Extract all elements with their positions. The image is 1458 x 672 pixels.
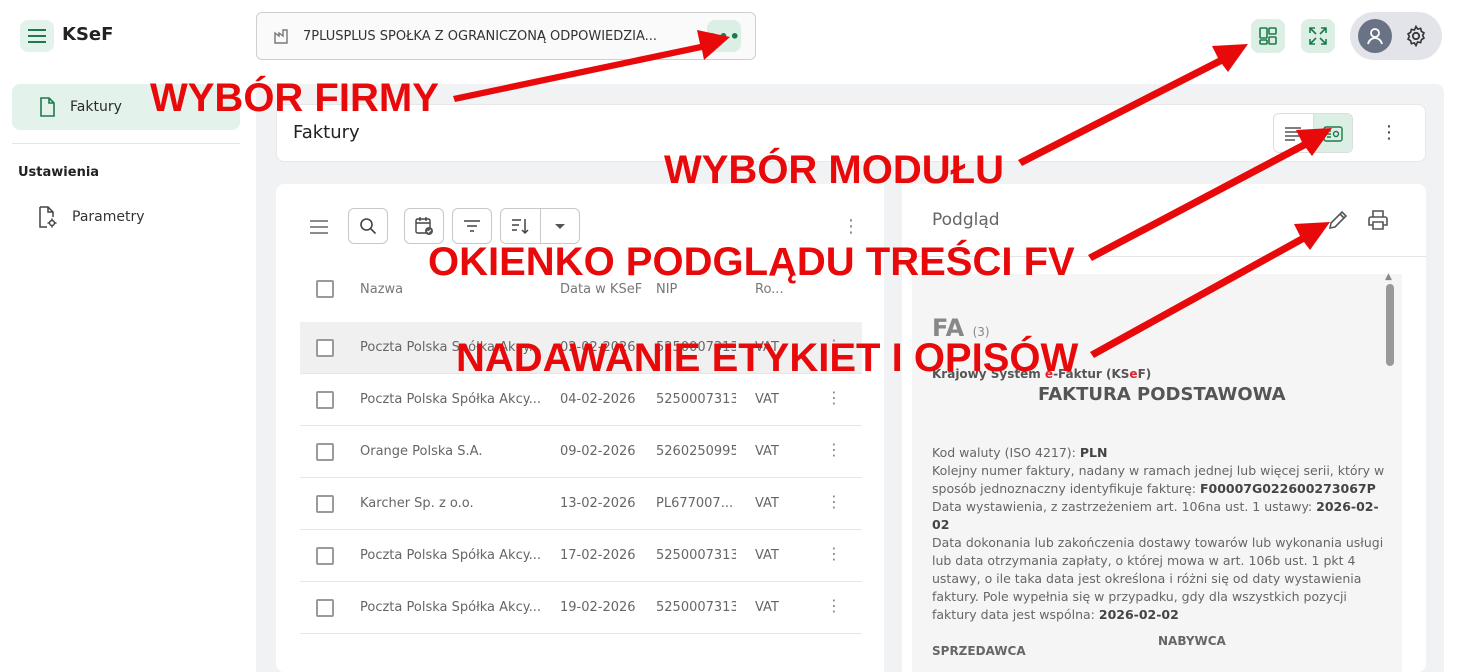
filter-button[interactable]	[452, 208, 492, 244]
table-row[interactable]: Orange Polska S.A. 09-02-2026 5260250995…	[300, 426, 862, 478]
doc-body: Kod waluty (ISO 4217): PLN Kolejny numer…	[932, 445, 1385, 622]
cell-type: VAT	[755, 496, 779, 511]
cell-type: VAT	[755, 600, 779, 615]
doc-invoice-kind: FAKTURA PODSTAWOWA	[1038, 384, 1286, 405]
cell-name: Poczta Polska Spółka Akcy...	[360, 600, 541, 615]
doc-buyer-heading: NABYWCA	[1158, 634, 1226, 648]
chevron-down-icon[interactable]	[554, 223, 566, 231]
row-menu-icon[interactable]: ⋮	[826, 440, 842, 460]
preview-view-button[interactable]	[1312, 114, 1352, 152]
row-checkbox[interactable]	[316, 443, 334, 461]
divider	[12, 143, 240, 144]
more-options-icon[interactable]: ⋮	[1377, 121, 1401, 145]
table-row[interactable]: Poczta Polska Spółka Akcy... 17-02-2026 …	[300, 530, 862, 582]
cell-type: VAT	[755, 548, 779, 563]
app-title: KSeF	[62, 24, 114, 45]
row-checkbox[interactable]	[316, 547, 334, 565]
search-button[interactable]	[348, 208, 388, 244]
cell-nip: 5250007313	[656, 392, 736, 407]
cell-name: Karcher Sp. z o.o.	[360, 496, 474, 511]
select-all-checkbox[interactable]	[316, 280, 334, 298]
preview-pane-icon	[1323, 126, 1343, 142]
search-icon	[360, 218, 377, 235]
cell-nip: 5250007313	[656, 548, 736, 563]
menu-icon	[28, 29, 46, 43]
pencil-icon[interactable]	[1326, 208, 1350, 232]
row-checkbox[interactable]	[316, 339, 334, 357]
cell-name: Poczta Polska Spółka Akcy...	[360, 392, 541, 407]
annotation-labels: NADAWANIE ETYKIET I OPISÓW	[456, 336, 1079, 380]
list-view-button[interactable]	[1274, 114, 1313, 152]
row-menu-icon[interactable]: ⋮	[826, 492, 842, 512]
divider	[540, 209, 541, 243]
modules-icon	[1259, 27, 1277, 45]
sidebar-item-label: Parametry	[72, 209, 145, 225]
sidebar: Faktury Ustawienia Parametry	[0, 76, 256, 672]
page-title: Faktury	[293, 122, 360, 143]
cell-date: 17-02-2026	[560, 548, 636, 563]
company-name: 7PLUSPLUS SPÓŁKA Z OGRANICZONĄ ODPOWIEDZ…	[303, 28, 658, 44]
factory-icon	[274, 29, 288, 44]
calendar-filter-button[interactable]	[404, 208, 444, 244]
scroll-up-icon[interactable]: ▲	[1385, 272, 1392, 282]
annotation-preview-pane: OKIENKO PODGLĄDU TREŚCI FV	[428, 240, 1075, 284]
fullscreen-button[interactable]	[1301, 19, 1335, 53]
company-selector[interactable]: 7PLUSPLUS SPÓŁKA Z OGRANICZONĄ ODPOWIEDZ…	[256, 12, 756, 60]
module-switch-button[interactable]	[1251, 19, 1285, 53]
invoice-document: FA (3) Krajowy System e-Faktur (KSeF) FA…	[912, 274, 1402, 672]
document-icon	[40, 97, 55, 117]
annotation-company-select: WYBÓR FIRMY	[150, 76, 439, 120]
cell-nip: 5260250995	[656, 444, 736, 459]
more-options-icon[interactable]: ⋮	[842, 216, 860, 237]
view-toggle	[1273, 113, 1353, 153]
sidebar-item-parametry[interactable]: Parametry	[36, 206, 145, 228]
scrollbar[interactable]	[1386, 284, 1394, 366]
company-more-button[interactable]: •••	[707, 20, 741, 52]
cell-nip: PL677007...	[656, 496, 734, 511]
row-menu-icon[interactable]: ⋮	[826, 388, 842, 408]
cell-date: 04-02-2026	[560, 392, 636, 407]
row-checkbox[interactable]	[316, 391, 334, 409]
cell-name: Poczta Polska Spółka Akcy...	[360, 548, 541, 563]
sidebar-section-title: Ustawienia	[18, 165, 100, 180]
table-row[interactable]: Poczta Polska Spółka Akcy... 04-02-2026 …	[300, 374, 862, 426]
user-icon	[1367, 28, 1383, 45]
calendar-check-icon	[415, 217, 433, 235]
top-bar: KSeF 7PLUSPLUS SPÓŁKA Z OGRANICZONĄ ODPO…	[0, 0, 1458, 76]
table-row[interactable]: Poczta Polska Spółka Akcy... 19-02-2026 …	[300, 582, 862, 634]
filter-icon	[464, 220, 480, 232]
cell-name: Orange Polska S.A.	[360, 444, 483, 459]
cell-date: 19-02-2026	[560, 600, 636, 615]
cell-date: 09-02-2026	[560, 444, 636, 459]
row-menu-icon[interactable]: ⋮	[826, 596, 842, 616]
row-checkbox[interactable]	[316, 495, 334, 513]
print-icon[interactable]	[1366, 208, 1390, 232]
row-checkbox[interactable]	[316, 599, 334, 617]
preview-title: Podgląd	[932, 210, 1000, 230]
sort-button[interactable]	[500, 208, 580, 244]
column-header[interactable]: Nazwa	[360, 282, 403, 297]
list-icon	[1285, 127, 1302, 141]
cell-date: 13-02-2026	[560, 496, 636, 511]
cell-nip: 5250007313	[656, 600, 736, 615]
row-menu-icon[interactable]: ⋮	[826, 544, 842, 564]
gear-icon[interactable]	[1404, 24, 1428, 48]
sidebar-item-label: Faktury	[70, 99, 122, 115]
menu-icon[interactable]	[310, 220, 328, 234]
cell-type: VAT	[755, 444, 779, 459]
document-settings-icon	[39, 206, 57, 228]
doc-seller-heading: SPRZEDAWCA	[932, 644, 1026, 658]
avatar[interactable]	[1358, 19, 1392, 53]
table-row[interactable]: Karcher Sp. z o.o. 13-02-2026 PL677007..…	[300, 478, 862, 530]
user-menu[interactable]	[1350, 12, 1442, 60]
cell-type: VAT	[755, 392, 779, 407]
hamburger-menu-button[interactable]	[20, 20, 54, 52]
fullscreen-icon	[1309, 27, 1327, 45]
sort-icon	[512, 219, 529, 235]
annotation-module-select: WYBÓR MODUŁU	[664, 148, 1004, 192]
